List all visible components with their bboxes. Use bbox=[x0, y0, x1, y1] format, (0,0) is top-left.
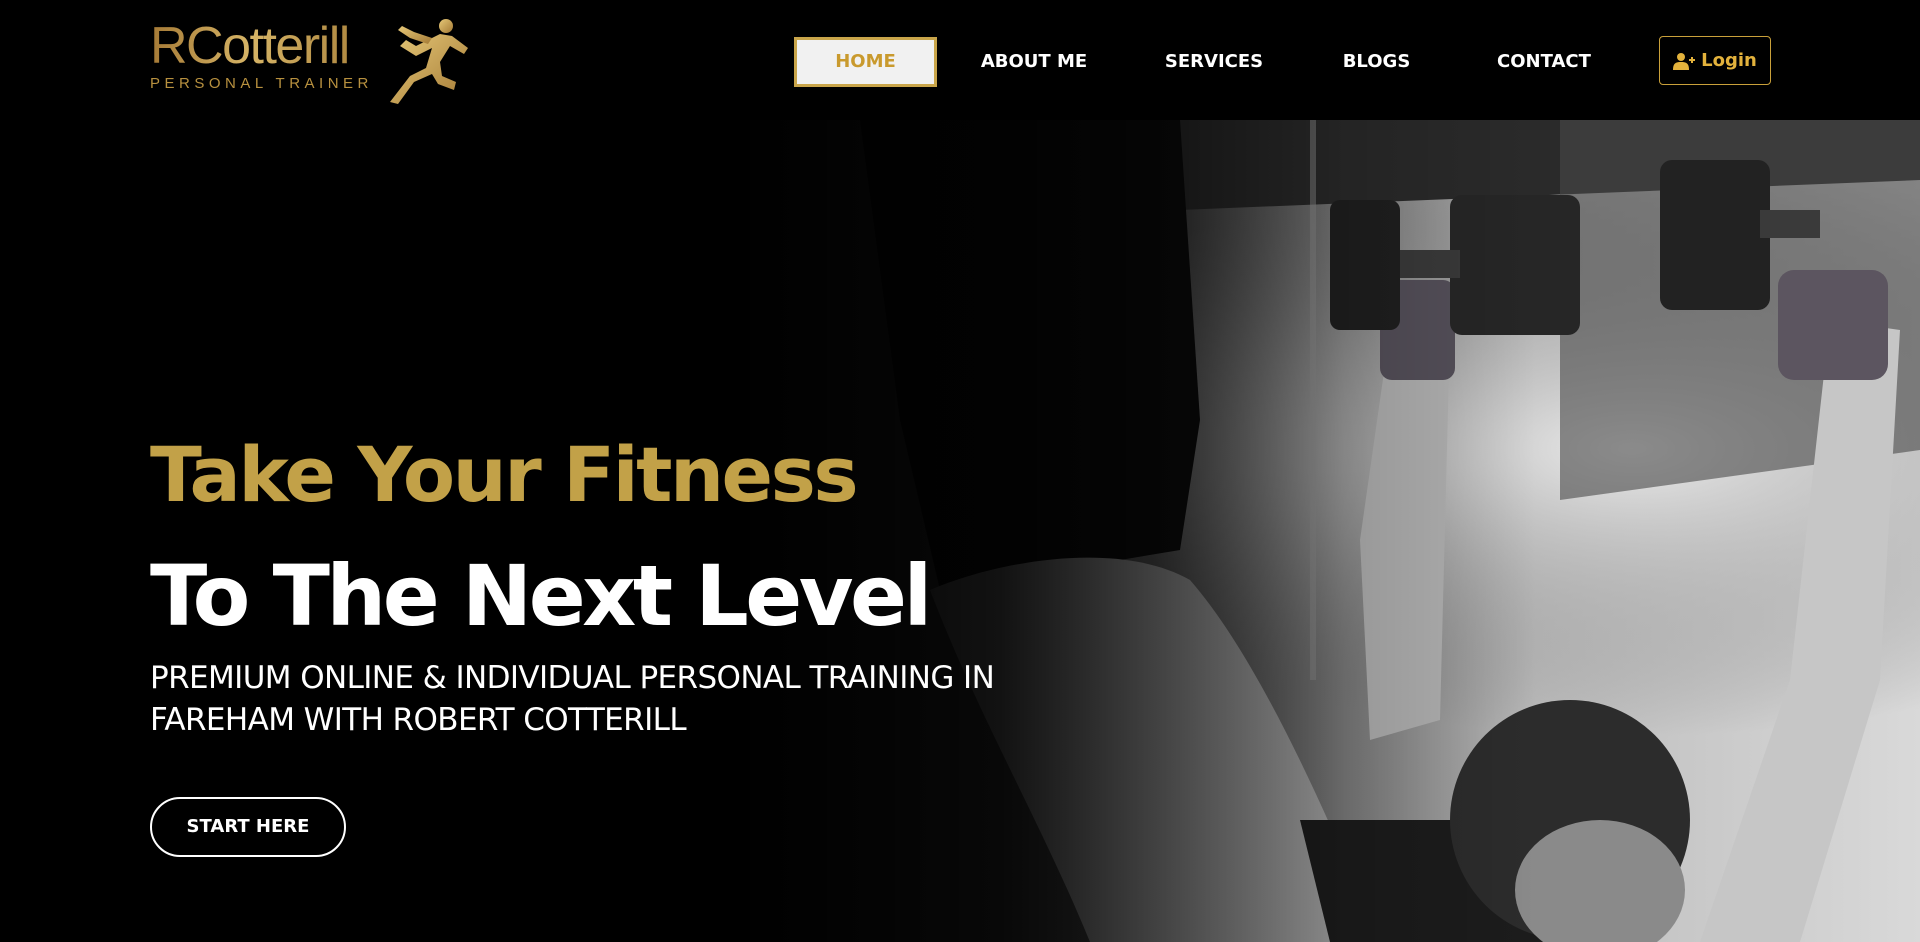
hero-section: Take Your Fitness To The Next Level PREM… bbox=[0, 120, 1920, 942]
brand-logo[interactable]: RCotterill PERSONAL TRAINER bbox=[150, 16, 470, 106]
nav-home[interactable]: HOME bbox=[794, 37, 937, 87]
brand-name: RCotterill bbox=[150, 17, 350, 75]
login-button[interactable]: Login bbox=[1659, 36, 1771, 85]
nav-blogs[interactable]: BLOGS bbox=[1314, 37, 1439, 87]
site-header: RCotterill PERSONAL TRAINER HOME ABOUT M… bbox=[0, 0, 1920, 120]
user-plus-icon bbox=[1673, 52, 1696, 70]
sprinting-runner-icon bbox=[390, 19, 468, 104]
hero-headline-white: To The Next Level bbox=[150, 547, 932, 645]
login-label: Login bbox=[1701, 50, 1757, 71]
nav-services[interactable]: SERVICES bbox=[1139, 37, 1289, 87]
hero-subheading: PREMIUM ONLINE & INDIVIDUAL PERSONAL TRA… bbox=[150, 660, 995, 738]
nav-about-me[interactable]: ABOUT ME bbox=[959, 37, 1109, 87]
start-here-button[interactable]: START HERE bbox=[150, 797, 346, 857]
hero-headline-gold: Take Your Fitness bbox=[150, 430, 859, 519]
nav-contact[interactable]: CONTACT bbox=[1464, 37, 1624, 87]
brand-tagline: PERSONAL TRAINER bbox=[150, 75, 373, 92]
